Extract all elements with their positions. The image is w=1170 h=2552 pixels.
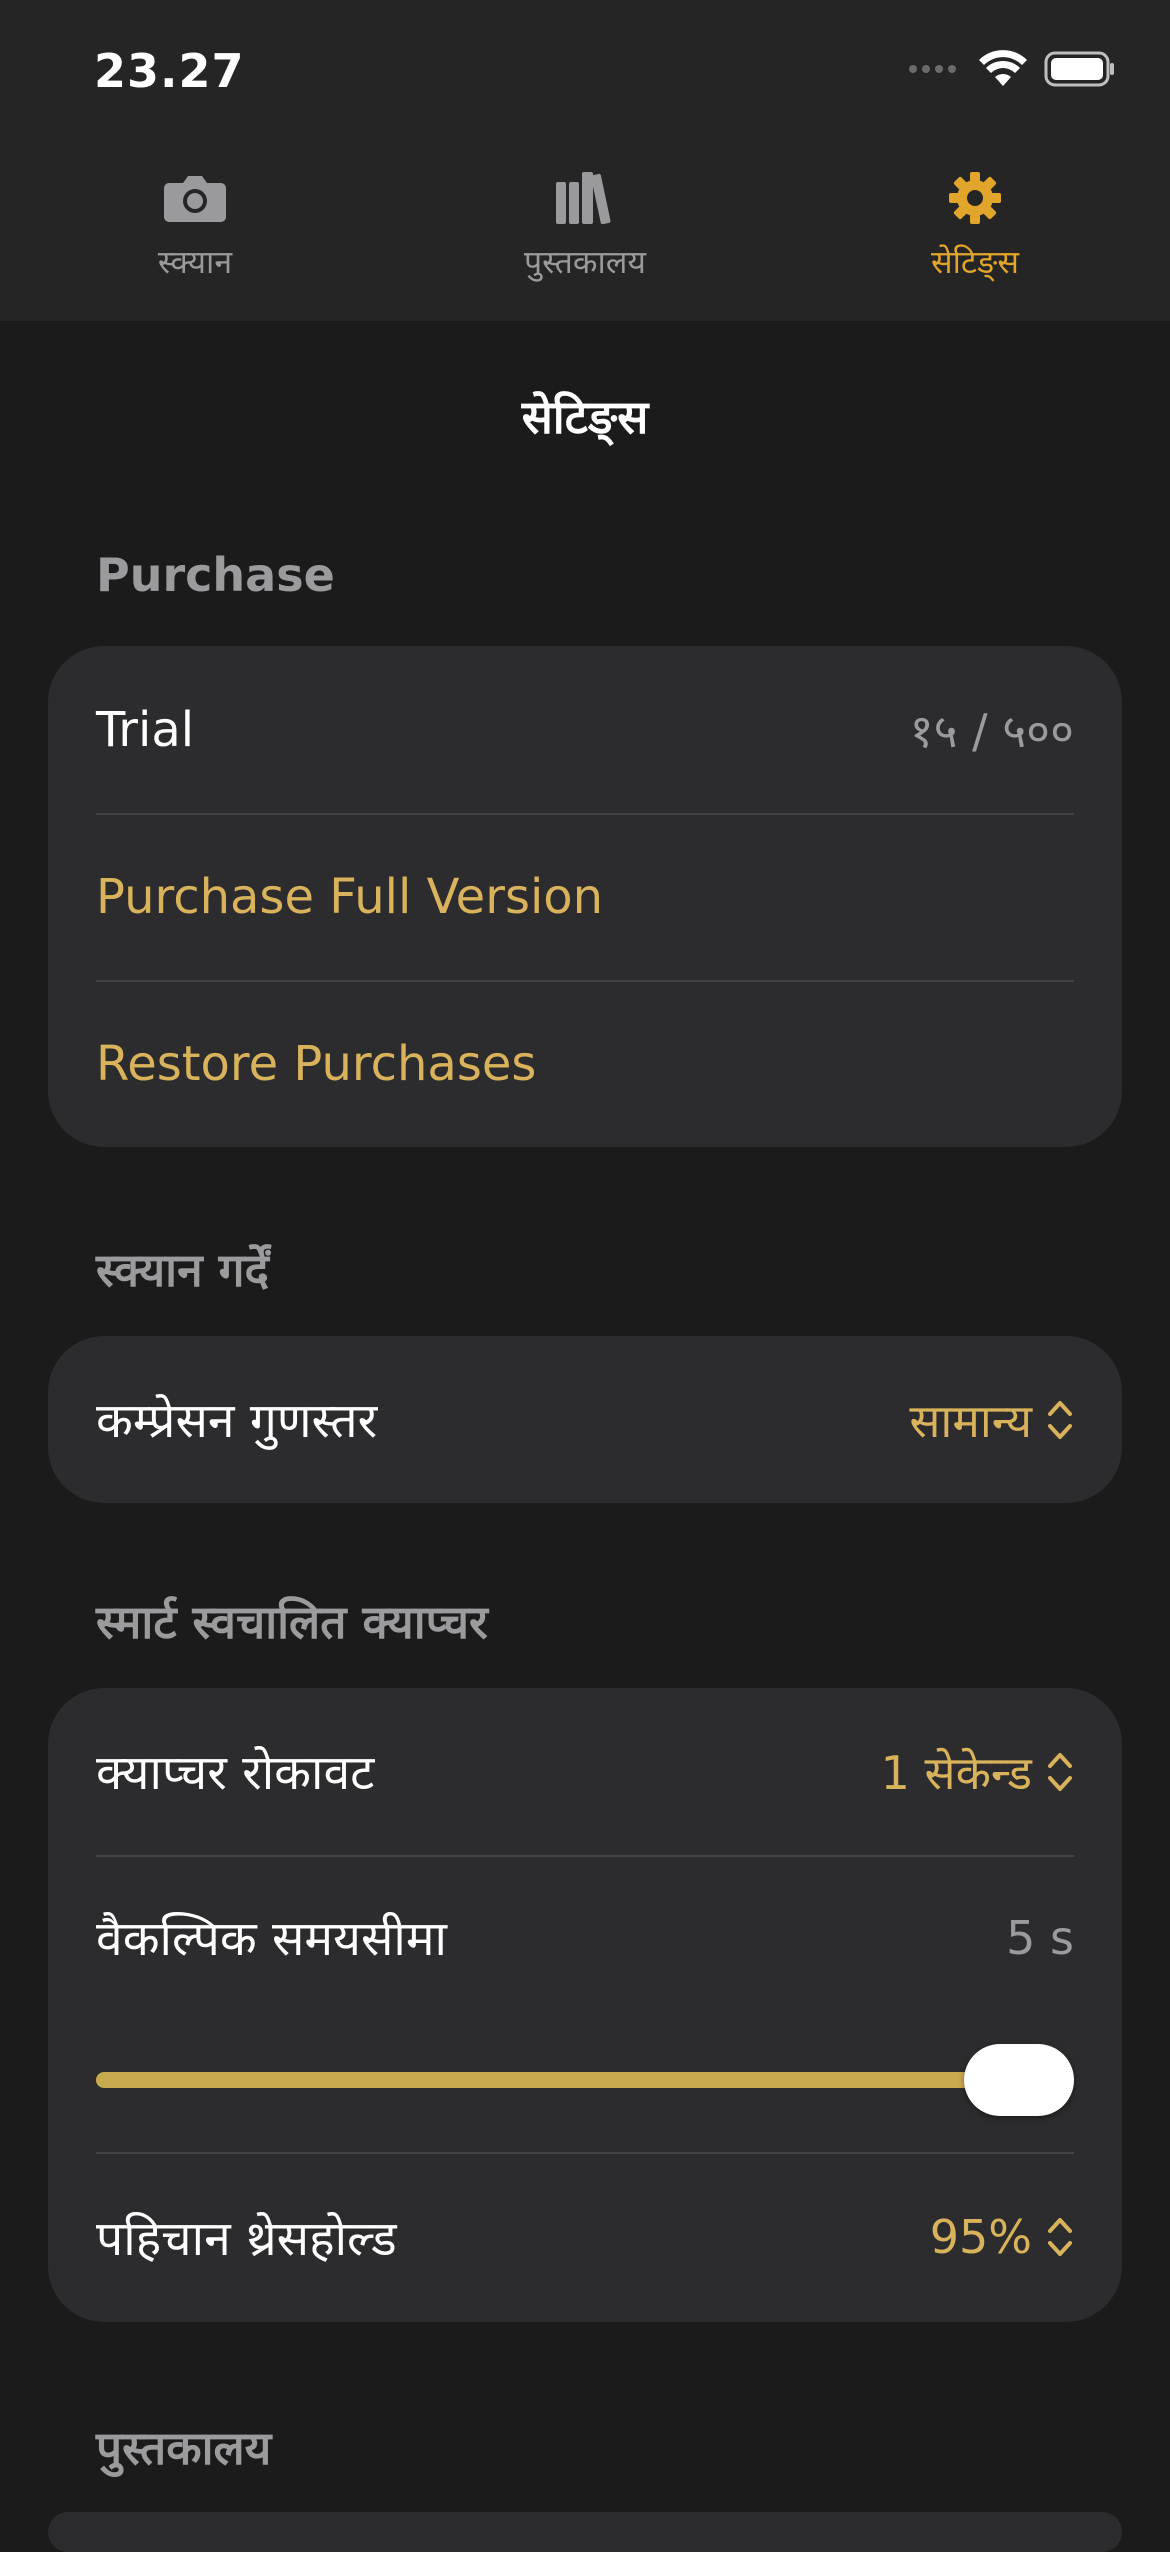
status-bar: 23.27	[0, 0, 1170, 140]
chevron-up-down-icon	[1048, 1752, 1072, 1791]
smart-capture-card: क्याप्चर रोकावट 1 सेकेन्ड वैकल्पिक समयसी…	[48, 1688, 1122, 2322]
optional-timeout-value: 5 s	[1006, 1910, 1074, 1965]
tab-bar: स्क्यान पुस्तकालय सेटिङ्स	[0, 140, 1170, 321]
optional-timeout-row: वैकल्पिक समयसीमा 5 s	[48, 1855, 1122, 2020]
restore-purchases-label: Restore Purchases	[96, 1035, 537, 1092]
tab-settings-label: सेटिङ्स	[930, 243, 1020, 281]
chevron-up-down-icon	[1048, 1400, 1072, 1439]
capture-delay-row[interactable]: क्याप्चर रोकावट 1 सेकेन्ड	[48, 1688, 1122, 1855]
compression-quality-row[interactable]: कम्प्रेसन गुणस्तर सामान्य	[48, 1336, 1122, 1503]
page-title: सेटिङ्स	[521, 390, 649, 444]
recognition-threshold-label: पहिचान थ्रेसहोल्ड	[96, 2210, 397, 2267]
optional-timeout-slider[interactable]	[48, 2020, 1122, 2152]
section-header-purchase: Purchase	[96, 548, 335, 602]
gear-icon	[947, 166, 1003, 230]
slider-track	[96, 2072, 1074, 2088]
battery-icon	[1044, 51, 1114, 87]
purchase-full-version-button[interactable]: Purchase Full Version	[48, 813, 1122, 980]
tab-library[interactable]: पुस्तकालय	[390, 140, 780, 321]
trial-label: Trial	[96, 701, 195, 758]
capture-delay-value: 1 सेकेन्ड	[880, 1745, 1032, 1800]
compression-quality-label: कम्प्रेसन गुणस्तर	[96, 1393, 378, 1449]
optional-timeout-label: वैकल्पिक समयसीमा	[96, 1911, 447, 1967]
section-header-scan: स्क्यान गर्दें	[96, 1243, 269, 1297]
slider-fill	[96, 2072, 1074, 2088]
compression-quality-picker[interactable]: सामान्य	[909, 1389, 1074, 1451]
recognition-threshold-value: 95%	[929, 2210, 1032, 2264]
purchase-full-version-label: Purchase Full Version	[96, 868, 604, 925]
tab-library-label: पुस्तकालय	[524, 243, 646, 281]
recognition-threshold-row[interactable]: पहिचान थ्रेसहोल्ड 95%	[48, 2152, 1122, 2322]
status-icons	[909, 50, 1116, 88]
tab-scan[interactable]: स्क्यान	[0, 140, 390, 321]
cellular-signal-icon	[909, 65, 956, 73]
section-header-library: पुस्तकालय	[96, 2421, 272, 2475]
slider-thumb[interactable]	[964, 2044, 1074, 2116]
restore-purchases-button[interactable]: Restore Purchases	[48, 980, 1122, 1147]
recognition-threshold-picker[interactable]: 95%	[930, 2210, 1074, 2264]
section-header-smart-capture: स्मार्ट स्वचालित क्याप्चर	[96, 1595, 488, 1649]
tab-scan-label: स्क्यान	[157, 243, 233, 281]
capture-delay-picker[interactable]: 1 सेकेन्ड	[881, 1741, 1074, 1803]
library-card	[48, 2512, 1122, 2552]
trial-row: Trial १५ / ५००	[48, 646, 1122, 813]
wifi-icon	[979, 50, 1027, 86]
scan-card: कम्प्रेसन गुणस्तर सामान्य	[48, 1336, 1122, 1503]
status-time: 23.27	[94, 44, 245, 98]
trial-value: १५ / ५००	[909, 703, 1074, 758]
chevron-up-down-icon	[1048, 2218, 1072, 2256]
compression-quality-value: सामान्य	[909, 1393, 1032, 1448]
capture-delay-label: क्याप्चर रोकावट	[96, 1745, 375, 1801]
library-icon	[554, 166, 616, 230]
camera-icon	[163, 166, 227, 230]
tab-settings[interactable]: सेटिङ्स	[780, 140, 1170, 321]
purchase-card: Trial १५ / ५०० Purchase Full Version Res…	[48, 646, 1122, 1147]
